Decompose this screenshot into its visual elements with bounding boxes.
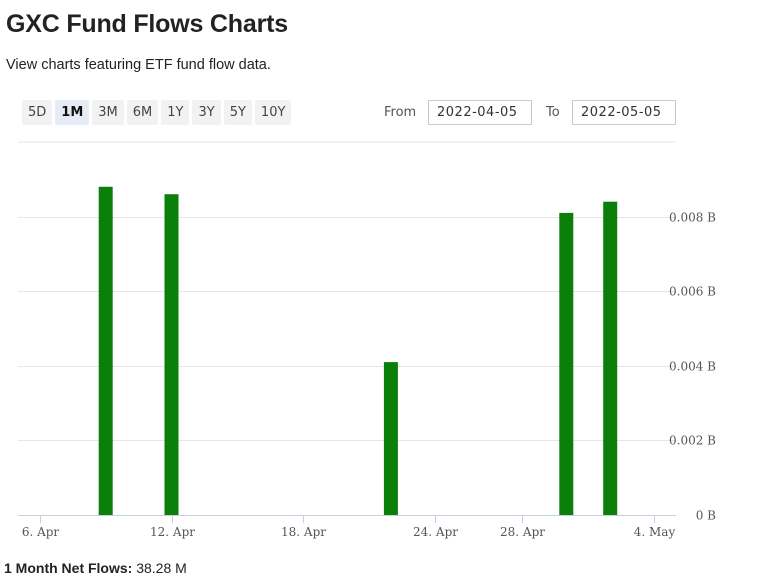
to-label: To — [546, 105, 560, 120]
y-tick-label: 0.004 B — [669, 360, 716, 374]
bar — [98, 186, 113, 516]
y-tick-label: 0 B — [696, 509, 716, 523]
x-tick-label: 24. Apr — [413, 525, 458, 539]
fund-flows-chart: 0 B 0.002 B 0.004 B 0.006 B 0.008 B 6. Apr 12.… — [18, 141, 716, 539]
time-range-selector: 5D 1M 3M 6M 1Y 3Y 5Y 10Y — [22, 100, 292, 125]
net-flows-value: 38.28 M — [136, 560, 187, 576]
range-button-3m[interactable]: 3M — [92, 100, 124, 125]
x-tick-label: 6. Apr — [22, 525, 60, 539]
bar — [383, 362, 398, 515]
from-date-input[interactable]: 2022-04-05 — [428, 100, 532, 125]
from-label: From — [384, 105, 417, 120]
range-button-6m[interactable]: 6M — [126, 100, 159, 125]
bar — [164, 194, 179, 515]
y-tick-label: 0.008 B — [669, 211, 716, 225]
range-button-3y[interactable]: 3Y — [192, 100, 221, 125]
x-tick-label: 12. Apr — [150, 525, 195, 539]
to-date-input[interactable]: 2022-05-05 — [572, 100, 676, 125]
range-button-5y[interactable]: 5Y — [223, 100, 252, 125]
y-tick-label: 0.006 B — [669, 285, 716, 299]
page-title: GXC Fund Flows Charts — [6, 10, 288, 38]
x-tick-label: 4. May — [634, 525, 676, 539]
range-button-5d[interactable]: 5D — [22, 100, 53, 125]
y-tick-label: 0.002 B — [669, 434, 716, 448]
range-button-1m[interactable]: 1M — [55, 100, 90, 125]
bar — [603, 201, 618, 515]
x-tick-label: 28. Apr — [500, 525, 545, 539]
x-tick-label: 18. Apr — [281, 525, 326, 539]
page-subtitle: View charts featuring ETF fund flow data… — [6, 57, 271, 73]
net-flows-summary: 1 Month Net Flows: 38.28 M — [4, 560, 187, 576]
range-button-1y[interactable]: 1Y — [161, 100, 190, 125]
bar — [559, 212, 574, 515]
net-flows-label: 1 Month Net Flows: — [4, 560, 133, 576]
range-button-10y[interactable]: 10Y — [254, 100, 292, 125]
